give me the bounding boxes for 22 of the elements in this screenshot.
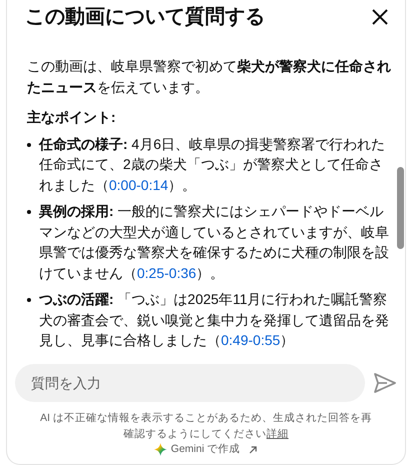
send-icon	[373, 372, 397, 394]
question-input[interactable]: 質問を入力	[15, 364, 365, 402]
dialog-title: この動画について質問する	[25, 5, 265, 29]
credit-text: Gemini で作成	[170, 442, 240, 457]
timestamp-link[interactable]: 0:00-0:14	[109, 176, 168, 192]
scrollbar-thumb[interactable]	[397, 167, 404, 249]
bullet-icon	[27, 210, 31, 214]
bullet-text: つぶの活躍: 「つぶ」は2025年11月に行われた嘱託警察犬の審査会で、鋭い嗅覚と集中力を発揮して遺留品を発見し、見事に合格しました（0:49-0:55）	[39, 290, 390, 350]
sparkle-icon	[154, 443, 167, 456]
external-link-icon[interactable]	[248, 444, 258, 455]
bullet-icon	[27, 298, 31, 302]
bullet-text: 任命式の様子: 4月6日、岐阜県の揖斐警察署で行われた任命式にて、2歳の柴犬「つぶ」が警察犬として任命されました（0:00-0:14）。	[39, 134, 386, 194]
send-button[interactable]	[373, 371, 397, 395]
disclaimer-text: AI は不正確な情報を表示することがあるため、生成された回答を再確認するようにしてください詳細	[39, 411, 373, 442]
timestamp-link[interactable]: 0:49-0:55	[221, 332, 280, 348]
close-icon	[371, 8, 389, 26]
section-heading: 主なポイント:	[27, 108, 117, 127]
bullet-icon	[27, 142, 31, 146]
details-link[interactable]: 詳細	[266, 428, 288, 440]
summary-paragraph: この動画は、岐阜県警察で初めて柴犬が警察犬に任命されたニュースを伝えています。	[27, 57, 391, 96]
timestamp-link[interactable]: 0:25-0:36	[137, 264, 196, 280]
bullet-text: 異例の採用: 一般的に警察犬にはシェパードやドーベルマンなどの大型犬が適しているとされていますが、岐阜県警では優秀な警察犬を確保するために犬種の制限を設けていません（0:25-0:36）。	[39, 202, 390, 282]
